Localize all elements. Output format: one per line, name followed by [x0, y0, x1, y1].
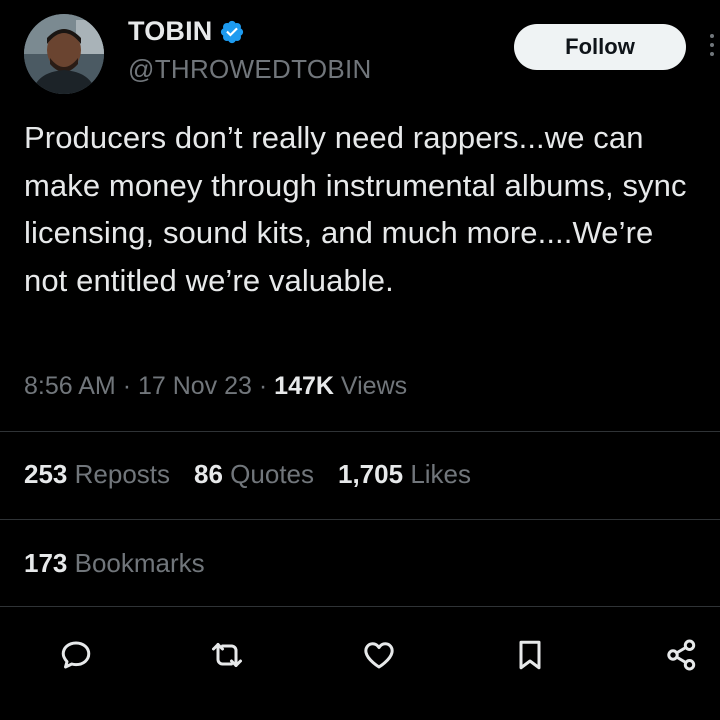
quotes-label: Quotes	[230, 459, 314, 489]
bookmark-button[interactable]	[507, 632, 553, 678]
likes-stat[interactable]: 1,705 Likes	[338, 459, 471, 490]
likes-label: Likes	[410, 459, 472, 489]
tweet-date[interactable]: 17 Nov 23	[138, 372, 252, 400]
engagement-stats: 253 Reposts 86 Quotes 1,705 Likes	[24, 459, 471, 490]
reposts-label: Reposts	[74, 459, 171, 489]
share-button[interactable]	[659, 632, 705, 678]
reply-icon	[61, 641, 91, 669]
quotes-count: 86	[194, 459, 223, 489]
reposts-count: 253	[24, 459, 68, 489]
author-name-row[interactable]: TOBIN	[128, 16, 245, 47]
repost-button[interactable]	[204, 632, 250, 678]
like-icon	[364, 642, 394, 669]
repost-icon	[212, 643, 242, 667]
views-count: 147K	[274, 372, 334, 400]
share-icon	[667, 639, 696, 671]
tweet-meta: 8:56 AM · 17 Nov 23 · 147K Views	[24, 372, 407, 401]
verified-badge-icon	[219, 19, 245, 45]
more-options-icon[interactable]	[708, 34, 716, 60]
reposts-stat[interactable]: 253 Reposts	[24, 459, 170, 490]
bookmark-icon	[519, 640, 541, 670]
tweet-text: Producers don’t really need rappers...we…	[24, 120, 696, 298]
likes-count: 1,705	[338, 459, 404, 489]
divider	[0, 606, 720, 607]
divider	[0, 519, 720, 520]
author-name[interactable]: TOBIN	[128, 16, 213, 47]
divider	[0, 431, 720, 432]
bookmarks-label: Bookmarks	[74, 548, 205, 578]
tweet-time[interactable]: 8:56 AM	[24, 372, 116, 400]
like-button[interactable]	[356, 632, 402, 678]
meta-separator: ·	[258, 372, 275, 400]
author-handle[interactable]: @THROWEDTOBIN	[128, 54, 372, 85]
meta-separator: ·	[122, 372, 138, 400]
bookmarks-stat[interactable]: 173 Bookmarks	[24, 548, 205, 579]
quotes-stat[interactable]: 86 Quotes	[194, 459, 314, 490]
avatar[interactable]	[24, 14, 104, 94]
reply-button[interactable]	[53, 632, 99, 678]
follow-button[interactable]: Follow	[514, 24, 686, 70]
views-label: Views	[340, 372, 408, 400]
bookmarks-count: 173	[24, 548, 68, 578]
